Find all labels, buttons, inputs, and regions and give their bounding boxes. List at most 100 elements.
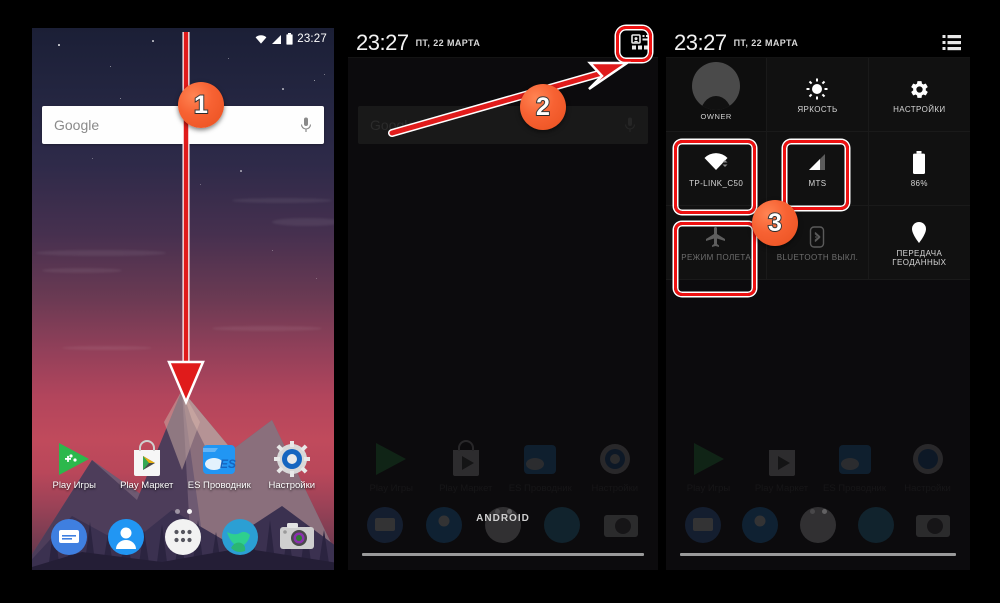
qs-tile-wifi[interactable]: TP-LINK_C50 [666,132,768,206]
browser-icon[interactable] [221,518,259,556]
app-label: Play Маркет [439,483,493,494]
app-label: Play Маркет [754,483,809,494]
app-label: Настройки [904,483,951,494]
quick-settings-row: РЕЖИМ ПОЛЕТА BLUETOOTH ВЫКЛ. ПЕРЕДАЧА ГЕ… [666,206,970,280]
quick-settings-row: TP-LINK_C50 MTS 86% [666,132,970,206]
svg-text:ES: ES [220,457,236,471]
es-explorer-icon [838,445,871,474]
shade-date: ПТ, 22 МАРТА [415,37,481,48]
microphone-icon [624,117,636,132]
shade-date: ПТ, 22 МАРТА [733,37,799,48]
status-bar: 23:27 [32,28,334,50]
phone-panel-home: 23:27 Google Play Игры Play Маркет ES ES… [0,0,340,603]
search-placeholder: Google [54,117,100,133]
qs-tile-label: OWNER [700,112,732,121]
dimmed-search-bar: Google [358,106,648,144]
quick-settings-screen: Play Игры Play Маркет ES Проводник Настр… [666,28,970,570]
android-watermark: ANDROID [476,513,530,524]
tutorial-screenshot: 23:27 Google Play Игры Play Маркет ES ES… [0,0,1000,603]
play-store-icon [768,450,795,476]
browser-icon [543,507,580,543]
dimmed-app-row: Play Игры Play Маркет ES Проводник Настр… [666,440,970,494]
page-dot-active[interactable] [186,509,192,514]
dimmed-dock [666,506,970,544]
bluetooth-icon [806,222,828,252]
play-store-icon [128,440,166,478]
quick-settings-grid-icon[interactable] [630,33,650,53]
step-badge-1: 1 [178,82,224,128]
quick-settings-row: OWNER ЯРКОСТЬ НАСТРОЙКИ [666,58,970,132]
location-pin-icon [910,218,928,248]
notifications-list-icon[interactable] [942,34,962,52]
app-label: ES Проводник [823,483,886,494]
app-label: Настройки [591,483,639,494]
microphone-icon[interactable] [300,117,312,134]
es-explorer-icon: ES [200,440,238,478]
dimmed-search-label: Google [370,117,416,133]
battery-icon [286,33,293,45]
shade-header: 23:27 ПТ, 22 МАРТА [666,28,970,58]
step-badge-3: 3 [752,200,798,246]
quick-settings-grid: OWNER ЯРКОСТЬ НАСТРОЙКИ TP-LINK_C50 MTS … [666,58,970,280]
phone-panel-shade: Google Play Игры Play Маркет ES Проводни… [340,0,670,603]
dimmed-app-row: Play Игры Play Маркет ES Проводник Настр… [348,440,658,494]
qs-tile-label: ПЕРЕДАЧА ГЕОДАННЫХ [892,248,947,267]
page-dot[interactable] [174,509,180,514]
qs-tile-label: BLUETOOTH ВЫКЛ. [776,253,859,263]
app-drawer-icon[interactable] [164,518,202,556]
shade-clock: 23:27 [356,29,409,55]
navigation-bar-handle[interactable] [680,553,956,556]
qs-tile-owner[interactable]: OWNER [666,58,768,132]
navigation-bar-handle[interactable] [362,553,644,556]
settings-gear-icon [273,440,311,478]
camera-icon [603,515,638,537]
app-drawer-icon [799,507,836,543]
camera-icon [916,515,951,537]
browser-icon [857,507,894,543]
app-play-games[interactable]: Play Игры [40,440,108,491]
qs-tile-settings[interactable]: НАСТРОЙКИ [868,58,970,132]
page-indicator [32,509,334,514]
qs-tile-label: РЕЖИМ ПОЛЕТА [681,253,752,263]
dimmed-home-background: Google Play Игры Play Маркет ES Проводни… [348,28,658,570]
wifi-icon [703,148,729,178]
phone-panel-quick-settings: Play Игры Play Маркет ES Проводник Настр… [666,0,1000,603]
settings-gear-icon [912,444,943,474]
qs-tile-label: 86% [910,179,928,189]
app-es-explorer[interactable]: ES ES Проводник [185,440,253,491]
app-play-store[interactable]: Play Маркет [113,440,181,491]
app-settings[interactable]: Настройки [258,440,326,491]
status-bar-clock: 23:27 [297,33,327,45]
qs-tile-brightness[interactable]: ЯРКОСТЬ [767,58,869,132]
messaging-icon [367,507,404,543]
app-drawer-icon [484,507,521,543]
qs-tile-label: ЯРКОСТЬ [797,105,838,115]
play-games-icon [693,443,724,475]
app-label: Play Игры [369,483,414,494]
notification-shade-screen: Google Play Игры Play Маркет ES Проводни… [348,28,658,570]
messaging-icon[interactable] [50,518,88,556]
step-badge-2: 2 [520,84,566,130]
brightness-sun-icon [806,74,828,104]
contacts-icon[interactable] [107,518,145,556]
user-avatar-icon [692,62,741,110]
qs-tile-location[interactable]: ПЕРЕДАЧА ГЕОДАННЫХ [868,206,970,280]
settings-gear-icon [909,74,930,104]
app-label: Play Маркет [120,480,174,491]
qs-tile-mobile-data[interactable]: MTS [767,132,869,206]
app-label: Play Игры [686,483,731,494]
app-label: Настройки [268,480,316,491]
qs-tile-label: MTS [808,179,827,189]
contacts-icon [426,507,463,543]
dimmed-dock [348,506,658,544]
shade-header: 23:27 ПТ, 22 МАРТА [348,28,658,58]
airplane-icon [704,222,728,252]
app-label: ES Проводник [187,480,251,491]
play-store-icon [452,440,479,476]
contacts-icon [742,507,779,543]
es-explorer-icon [524,445,557,474]
qs-tile-battery[interactable]: 86% [868,132,970,206]
camera-icon[interactable] [278,518,316,556]
app-label: ES Проводник [508,483,572,494]
settings-gear-icon [599,444,630,474]
